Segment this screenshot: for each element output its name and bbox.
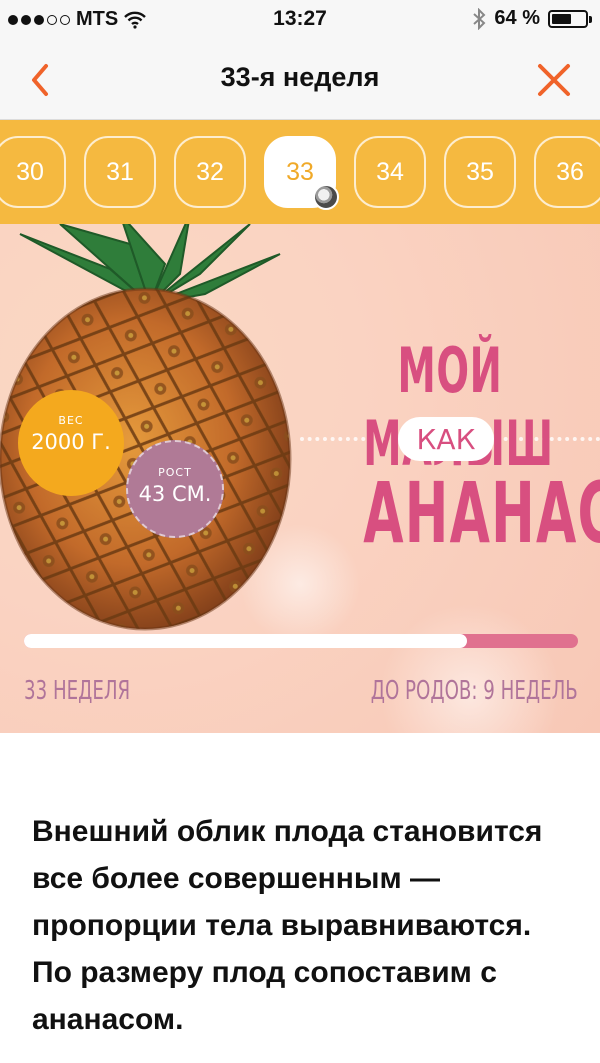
headline-middle-pill: КАК (398, 417, 494, 461)
week-tab-label: 33 (286, 157, 314, 186)
week-tab-label: 30 (16, 157, 44, 186)
week-tab-30[interactable]: 30 (0, 136, 66, 208)
week-tab-label: 32 (196, 157, 224, 186)
weight-value: 2000 Г. (31, 430, 111, 454)
status-bar: MTS 13:27 64 % (0, 0, 600, 38)
battery-area: 64 % (472, 7, 592, 30)
week-tab-31[interactable]: 31 (84, 136, 156, 208)
height-caption: РОСТ (158, 466, 192, 479)
close-icon[interactable] (534, 60, 574, 100)
week-tab-label: 36 (556, 157, 584, 186)
battery-icon (548, 9, 592, 28)
article-paragraph: По размеру плод сопоставим с ананасом. (32, 956, 497, 1036)
week-tab-label: 31 (106, 157, 134, 186)
fruit-size-illustration: ВЕС 2000 Г. РОСТ 43 СМ. МОЙ МАЛЫШ КАК АН… (0, 224, 600, 733)
nav-bar: 33-я неделя (0, 38, 600, 120)
week-tab-label: 35 (466, 157, 494, 186)
current-week-label: 33 НЕДЕЛЯ (24, 676, 131, 706)
battery-percent: 64 % (494, 7, 540, 29)
week-selector: 30 31 32 33 34 35 36 (0, 120, 600, 224)
week-tab-35[interactable]: 35 (444, 136, 516, 208)
battery-level (552, 13, 572, 24)
height-badge: РОСТ 43 СМ. (126, 440, 224, 538)
week-tab-label: 34 (376, 157, 404, 186)
article-paragraph: Внешний облик плода становится все более… (32, 815, 543, 942)
headline-middle: КАК (416, 422, 476, 456)
height-value: 43 СМ. (138, 482, 212, 506)
pregnancy-progress-fill (24, 634, 468, 648)
week-tab-32[interactable]: 32 (174, 136, 246, 208)
weight-badge: ВЕС 2000 Г. (18, 390, 124, 496)
pregnancy-progress-bar (24, 634, 578, 648)
headline-fruit: АНАНАС (363, 464, 600, 562)
article-body: Внешний облик плода становится все более… (32, 808, 572, 1043)
avatar (313, 184, 339, 210)
bluetooth-icon (473, 7, 486, 30)
weeks-remaining-label: ДО РОДОВ: 9 НЕДЕЛЬ (370, 676, 578, 706)
page-title: 33-я неделя (220, 62, 380, 92)
weight-caption: ВЕС (58, 414, 84, 427)
week-tab-36[interactable]: 36 (534, 136, 600, 208)
week-tab-34[interactable]: 34 (354, 136, 426, 208)
